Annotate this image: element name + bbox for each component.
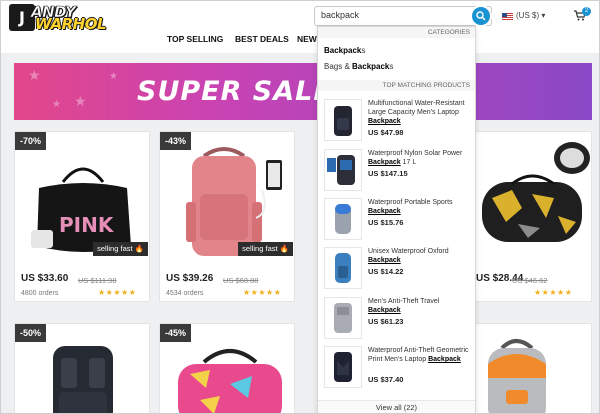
product-price: US $147.15 bbox=[368, 169, 408, 178]
original-price: US $46.62 bbox=[512, 276, 548, 285]
product-price: US $61.23 bbox=[368, 317, 404, 326]
orange-backpack-image bbox=[488, 339, 546, 413]
product-name: Waterproof Portable Sports Backpack bbox=[368, 199, 453, 215]
categories-header: CATEGORIES bbox=[318, 27, 475, 38]
discount-badge: -50% bbox=[15, 324, 47, 342]
search-box[interactable]: backpack bbox=[314, 5, 492, 27]
star-decoration: ★ bbox=[52, 99, 61, 110]
product-name: Men's Anti-Theft Travel Backpack bbox=[368, 298, 440, 314]
us-flag-icon[interactable] bbox=[502, 13, 513, 20]
search-input[interactable]: backpack bbox=[321, 10, 359, 20]
product-thumbnail bbox=[324, 198, 362, 240]
product-price: US $33.60 bbox=[21, 273, 69, 284]
camo-duffel-image bbox=[482, 142, 590, 242]
orders-count: 4800 orders bbox=[21, 290, 59, 297]
search-button[interactable] bbox=[470, 5, 492, 27]
suggested-product[interactable]: Multifunctional Water-Resistant Large Ca… bbox=[324, 99, 473, 147]
rating-stars: ★★★★★ bbox=[534, 288, 573, 297]
logo-word-warhol: WARHOL bbox=[35, 15, 107, 33]
original-price: US $68.88 bbox=[223, 276, 259, 285]
product-price: US $14.22 bbox=[368, 267, 404, 276]
selling-fast-badge: selling fast 🔥 bbox=[238, 242, 293, 256]
discount-badge: -70% bbox=[15, 132, 47, 150]
currency-selector[interactable]: (US $) ▾ bbox=[516, 11, 545, 20]
currency-label: (US $) bbox=[516, 11, 540, 20]
suggestion-bags-and-backpacks[interactable]: Bags & Backpacks bbox=[324, 62, 393, 71]
product-thumbnail bbox=[324, 346, 362, 388]
product-price: US $15.76 bbox=[368, 218, 404, 227]
search-icon bbox=[476, 11, 486, 21]
product-card[interactable]: -50% bbox=[14, 323, 150, 413]
bag-brand-text: PINK bbox=[59, 213, 115, 237]
products-header: TOP MATCHING PRODUCTS bbox=[318, 80, 475, 91]
product-thumbnail bbox=[324, 247, 362, 289]
suggested-product[interactable]: Men's Anti-Theft Travel Backpack US $61.… bbox=[324, 297, 473, 345]
cart-count-badge: 2 bbox=[582, 7, 591, 16]
product-name: Multifunctional Water-Resistant Large Ca… bbox=[368, 100, 465, 125]
product-thumbnail bbox=[324, 297, 362, 339]
product-thumbnail bbox=[324, 149, 362, 191]
site-header: J ANDY WARHOL backpack (US $) ▾ 2 TOP SE… bbox=[1, 1, 599, 53]
product-thumbnail bbox=[324, 99, 362, 141]
suggested-product[interactable]: Waterproof Portable Sports Backpack US $… bbox=[324, 198, 473, 246]
star-decoration: ★ bbox=[109, 71, 118, 82]
search-suggestions-dropdown: CATEGORIES Backpacks Bags & Backpacks TO… bbox=[317, 26, 476, 413]
suggested-product[interactable]: Waterproof Nylon Solar Power Backpack 17… bbox=[324, 149, 473, 197]
nav-best-deals[interactable]: BEST DEALS bbox=[235, 34, 289, 44]
view-all-link[interactable]: View all (22) bbox=[318, 400, 475, 413]
page-content: ★ ★ ★ ★ SUPER SALE UP PINK -70% selling … bbox=[1, 53, 599, 413]
star-decoration: ★ bbox=[74, 93, 87, 109]
star-decoration: ★ bbox=[28, 67, 41, 83]
discount-badge: -43% bbox=[160, 132, 192, 150]
nav-new[interactable]: NEW bbox=[297, 34, 317, 44]
black-backpack-image bbox=[53, 346, 113, 413]
product-name: Waterproof Anti-Theft Geometric Print Me… bbox=[368, 347, 469, 363]
product-card[interactable]: PINK -70% selling fast 🔥 US $33.60 US $1… bbox=[14, 131, 150, 302]
site-logo[interactable]: J ANDY WARHOL bbox=[9, 3, 107, 33]
orders-count: 4534 orders bbox=[166, 290, 204, 297]
product-price: US $37.40 bbox=[368, 375, 404, 384]
original-price: US $111.98 bbox=[78, 276, 117, 285]
product-card[interactable]: -43% selling fast 🔥 US $39.26 US $68.88 … bbox=[159, 131, 295, 302]
main-nav: TOP SELLING BEST DEALS NEW bbox=[1, 34, 599, 52]
rating-stars: ★★★★★ bbox=[98, 288, 137, 297]
suggested-product[interactable]: Unisex Waterproof Oxford Backpack US $14… bbox=[324, 247, 473, 295]
product-price: US $47.98 bbox=[368, 128, 404, 137]
product-name: Unisex Waterproof Oxford Backpack bbox=[368, 248, 449, 264]
product-card[interactable]: -45% bbox=[159, 323, 295, 413]
browser-frame: J ANDY WARHOL backpack (US $) ▾ 2 TOP SE… bbox=[0, 0, 600, 414]
discount-badge: -45% bbox=[160, 324, 192, 342]
pink-duffel-image bbox=[178, 349, 282, 413]
selling-fast-badge: selling fast 🔥 bbox=[93, 242, 148, 256]
product-price: US $39.26 bbox=[166, 273, 214, 284]
rating-stars: ★★★★★ bbox=[243, 288, 282, 297]
sale-banner[interactable]: ★ ★ ★ ★ SUPER SALE UP bbox=[14, 63, 592, 120]
nav-top-selling[interactable]: TOP SELLING bbox=[167, 34, 223, 44]
suggested-product[interactable]: Waterproof Anti-Theft Geometric Print Me… bbox=[324, 346, 473, 394]
suggestion-backpacks[interactable]: Backpacks bbox=[324, 46, 365, 55]
product-name: Waterproof Nylon Solar Power Backpack 17… bbox=[368, 150, 463, 166]
